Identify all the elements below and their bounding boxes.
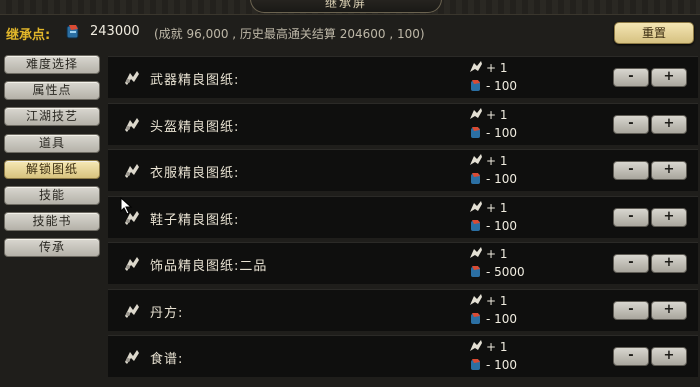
blueprint-scroll-icon [125, 164, 139, 178]
gain-value: + 1 [486, 247, 508, 261]
sidebar-item-attributes[interactable]: 属性点 [4, 81, 100, 101]
sidebar-item-legacy[interactable]: 传承 [4, 238, 100, 258]
gain-value: + 1 [486, 340, 508, 354]
decrease-button[interactable]: - [613, 207, 649, 227]
cost-line: - 100 [468, 311, 517, 327]
inheritance-panel: 继承屏 继承点: 243000 (成就 96,000 , 历史最高通关结算 20… [0, 0, 700, 387]
list-item: 食谱: + 1 - 100 - + [108, 335, 698, 377]
increase-button[interactable]: + [651, 254, 687, 273]
list-item: 头盔精良图纸: + 1 - 100 - + [108, 102, 698, 145]
mouse-cursor-icon [120, 197, 133, 215]
gain-line: + 1 [468, 246, 508, 262]
cost-line: - 100 [468, 171, 517, 187]
points-gem-icon [471, 219, 480, 231]
cost-value: - 100 [486, 218, 518, 233]
gain-value: + 1 [486, 61, 508, 75]
cost-line: - 100 [468, 125, 517, 141]
list-item: 武器精良图纸: + 1 - 100 - + [108, 56, 698, 98]
panel-title: 继承屏 [250, 0, 442, 13]
increase-button[interactable]: + [651, 347, 687, 366]
points-gem-icon [471, 80, 480, 91]
points-gem-icon [471, 173, 480, 184]
gain-line: + 1 [468, 107, 508, 123]
increase-button[interactable]: + [651, 68, 687, 87]
decrease-button[interactable]: - [613, 68, 649, 87]
gain-line: + 1 [468, 60, 508, 76]
cost-line: - 100 [468, 218, 517, 234]
increase-button[interactable]: + [651, 300, 687, 320]
blueprint-icon [470, 200, 482, 212]
blueprint-scroll-icon [125, 257, 139, 271]
cost-line: - 5000 [468, 264, 525, 280]
cost-line: - 100 [468, 78, 517, 94]
sidebar-item-blueprints[interactable]: 解锁图纸 [4, 159, 100, 179]
blueprint-icon [470, 154, 482, 165]
blueprint-scroll-icon [125, 303, 139, 318]
decrease-button[interactable]: - [613, 254, 649, 273]
points-gem-icon [471, 266, 480, 277]
blueprint-scroll-icon [125, 350, 139, 364]
blueprint-icon [470, 340, 482, 351]
decrease-button[interactable]: - [613, 300, 649, 320]
cost-value: - 5000 [486, 265, 525, 279]
item-name: 丹方: [150, 305, 184, 321]
inherit-points-value: 243000 [90, 24, 140, 39]
blueprint-list: 武器精良图纸: + 1 - 100 - + 头盔精良图纸: + 1 - 100 … [108, 56, 698, 382]
cost-value: - 100 [486, 311, 518, 326]
item-name: 衣服精良图纸: [150, 166, 240, 181]
list-item: 衣服精良图纸: + 1 - 100 - + [108, 149, 698, 191]
blueprint-scroll-icon [125, 117, 139, 132]
item-name: 头盔精良图纸: [150, 119, 240, 135]
gain-line: + 1 [468, 200, 508, 216]
points-gem-icon [471, 312, 480, 324]
sidebar-item-skill-books[interactable]: 技能书 [4, 212, 100, 232]
sidebar-item-skills[interactable]: 技能 [4, 185, 100, 205]
points-gem-icon [66, 25, 79, 39]
blueprint-scroll-icon [125, 71, 139, 85]
blueprint-icon [470, 293, 482, 305]
blueprint-icon [470, 61, 482, 72]
gain-line: + 1 [468, 339, 508, 355]
cost-value: - 100 [486, 358, 518, 372]
sidebar-item-crafts[interactable]: 江湖技艺 [4, 107, 100, 127]
list-item: 鞋子精良图纸: + 1 - 100 - + [108, 195, 698, 238]
gain-value: + 1 [486, 293, 508, 308]
points-gem-icon [471, 126, 480, 138]
decrease-button[interactable]: - [613, 161, 649, 180]
inherit-points-label: 继承点: [6, 28, 51, 43]
reset-button[interactable]: 重置 [614, 22, 694, 44]
decrease-button[interactable]: - [613, 347, 649, 366]
points-breakdown: (成就 96,000 , 历史最高通关结算 204600 , 100) [154, 27, 425, 41]
sidebar-item-items[interactable]: 道具 [4, 133, 100, 153]
gain-value: + 1 [486, 154, 508, 168]
list-item: 丹方: + 1 - 100 - + [108, 288, 698, 331]
decrease-button[interactable]: - [613, 114, 649, 134]
sidebar-item-difficulty[interactable]: 难度选择 [4, 55, 100, 74]
item-name: 武器精良图纸: [150, 73, 240, 88]
item-name: 鞋子精良图纸: [150, 212, 240, 228]
gain-value: + 1 [486, 107, 508, 122]
points-gem-icon [471, 359, 480, 370]
increase-button[interactable]: + [651, 207, 687, 227]
gain-line: + 1 [468, 293, 508, 309]
increase-button[interactable]: + [651, 114, 687, 134]
gain-value: + 1 [486, 200, 508, 215]
blueprint-icon [470, 247, 482, 258]
cost-value: - 100 [486, 79, 518, 93]
header-row: 继承点: 243000 (成就 96,000 , 历史最高通关结算 204600… [0, 18, 700, 48]
item-name: 食谱: [150, 352, 184, 367]
category-sidebar: 难度选择 属性点 江湖技艺 道具 解锁图纸 技能 技能书 传承 [4, 55, 102, 265]
blueprint-icon [470, 107, 482, 119]
gain-line: + 1 [468, 153, 508, 169]
cost-value: - 100 [486, 172, 518, 186]
cost-value: - 100 [486, 125, 518, 140]
item-name: 饰品精良图纸:二品 [150, 259, 268, 274]
list-item: 饰品精良图纸:二品 + 1 - 5000 - + [108, 242, 698, 284]
cost-line: - 100 [468, 357, 517, 373]
increase-button[interactable]: + [651, 161, 687, 180]
